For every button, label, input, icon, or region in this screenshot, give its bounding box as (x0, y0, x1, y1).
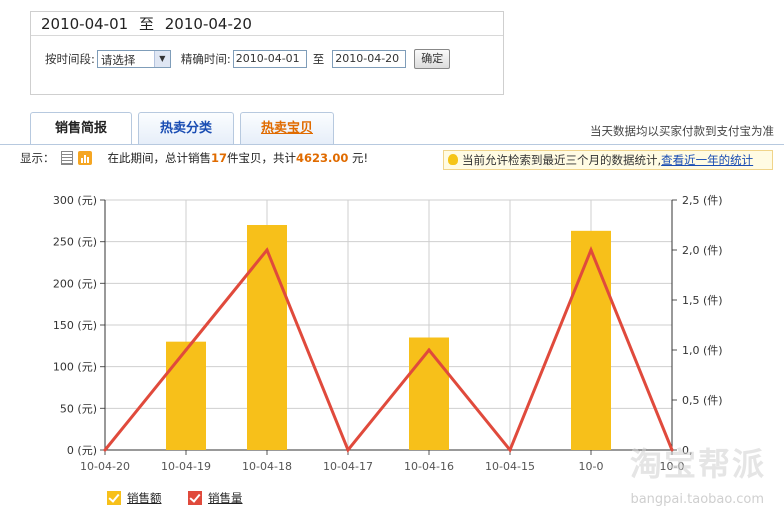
watermark-logo: 淘宝帮派 (629, 445, 766, 483)
tab-divider (0, 144, 784, 145)
legend-label-sales-volume[interactable]: 销售量 (208, 490, 243, 506)
tab-note: 当天数据均以买家付款到支付宝为准 (590, 124, 774, 138)
x-tick-label: 10-04-15 (485, 460, 535, 473)
sales-summary: 在此期间，总计销售17件宝贝，共计4623.00 元! (108, 150, 369, 166)
range-end: 2010-04-20 (164, 15, 252, 33)
display-label: 显示： (20, 151, 55, 165)
x-tick-label: 10-04-16 (404, 460, 454, 473)
summary-prefix: 在此期间，总计销售 (107, 151, 212, 165)
y-right-tick-label: 1,5 (件) (682, 294, 723, 307)
watermark: 淘宝帮派 bangpai.taobao.com (559, 439, 774, 509)
y-left-tick-label: 0 (元) (67, 444, 97, 457)
y-left-tick-label: 200 (元) (53, 277, 97, 290)
range-start: 2010-04-01 (41, 15, 129, 33)
bar-chart-icon[interactable] (77, 151, 92, 165)
point-sales-volume (265, 248, 269, 252)
period-select-value: 请选择 (100, 53, 136, 67)
bar-sales-amount (571, 230, 611, 450)
y-right-tick-label: 2,0 (件) (682, 244, 723, 257)
list-view-icon[interactable] (60, 151, 73, 165)
point-sales-volume (103, 448, 107, 452)
legend-item-sales-amount[interactable]: 销售额 (107, 490, 162, 506)
period-select[interactable]: 请选择 ▼ (96, 50, 171, 68)
y-left-tick-label: 300 (元) (53, 194, 97, 207)
summary-count: 17 (211, 151, 228, 165)
date-range-title: 2010-04-01 至 2010-04-20 (31, 12, 503, 36)
chevron-down-icon[interactable]: ▼ (153, 51, 170, 67)
lightbulb-icon (448, 154, 458, 165)
tab-hot-items[interactable]: 热卖宝贝 (240, 112, 334, 144)
period-label: 按时间段: (45, 52, 95, 66)
point-sales-volume (346, 448, 350, 452)
summary-mid: 件宝贝，共计 (227, 151, 297, 165)
y-left-tick-label: 100 (元) (53, 361, 97, 374)
checkbox-icon[interactable] (188, 491, 202, 505)
y-right-tick-label: 0,5 (件) (682, 394, 723, 407)
display-row: 显示： 在此期间，总计销售17件宝贝，共计4623.00 元! (20, 150, 368, 166)
legend-label-sales-amount[interactable]: 销售额 (127, 490, 162, 506)
x-tick-label: 10-04-19 (161, 460, 211, 473)
legend-item-sales-volume[interactable]: 销售量 (188, 490, 243, 506)
y-right-tick-label: 1,0 (件) (682, 344, 723, 357)
bar-sales-amount (166, 341, 206, 450)
exact-time-label: 精确时间: (180, 52, 231, 66)
date-range-panel: 2010-04-01 至 2010-04-20 按时间段: 请选择 ▼ 精确时间… (30, 11, 504, 95)
y-left-tick-label: 50 (元) (60, 402, 97, 415)
one-year-stats-link[interactable]: 查看近一年的统计 (661, 153, 753, 167)
summary-suffix: 元! (348, 151, 369, 165)
x-tick-label: 10-04-17 (323, 460, 373, 473)
date-to-input[interactable]: 2010-04-20 (332, 50, 407, 68)
notice-banner: 当前允许检索到最近三个月的数据统计,查看近一年的统计 (443, 150, 773, 170)
confirm-button[interactable]: 确定 (414, 49, 451, 69)
x-tick-label: 10-04-18 (242, 460, 292, 473)
point-sales-volume (184, 348, 188, 352)
bar-sales-amount (409, 337, 449, 450)
range-separator: 至 (138, 15, 154, 33)
y-left-tick-label: 150 (元) (53, 319, 97, 332)
point-sales-volume (508, 448, 512, 452)
tab-sales-summary[interactable]: 销售简报 (30, 112, 132, 145)
y-right-tick-label: 2,5 (件) (682, 194, 723, 207)
checkbox-icon[interactable] (107, 491, 121, 505)
notice-text: 当前允许检索到最近三个月的数据统计, (462, 153, 662, 167)
y-left-tick-label: 250 (元) (53, 236, 97, 249)
bar-sales-amount (247, 225, 287, 450)
summary-amount: 4623.00 (296, 151, 349, 165)
watermark-url: bangpai.taobao.com (630, 492, 764, 507)
filter-row: 按时间段: 请选择 ▼ 精确时间: 2010-04-01 至 2010-04-2… (45, 48, 451, 70)
to-label: 至 (312, 52, 325, 66)
date-from-input[interactable]: 2010-04-01 (232, 50, 307, 68)
tab-hot-categories[interactable]: 热卖分类 (138, 112, 234, 144)
point-sales-volume (427, 348, 431, 352)
x-tick-label: 10-04-20 (80, 460, 130, 473)
point-sales-volume (589, 248, 593, 252)
